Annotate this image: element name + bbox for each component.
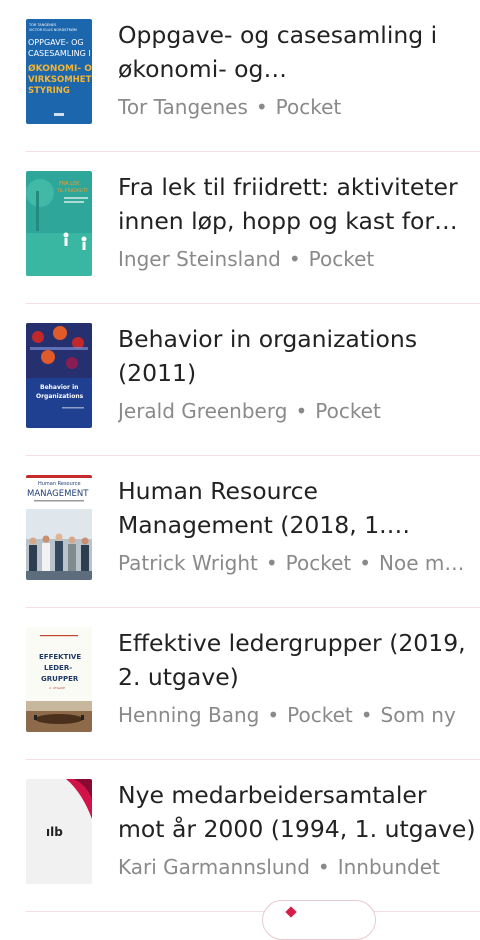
cover-title-text: OPPGAVE- OG (28, 38, 84, 47)
listing-meta: Tor Tangenes • Pocket (118, 92, 476, 122)
cover-title-text: Organizations (36, 393, 84, 400)
listing-format: Pocket (285, 551, 352, 575)
listing-meta: Patrick Wright • Pocket • Noe merker etter b… (118, 548, 476, 578)
listing-row[interactable]: Human Resource MANAGEMENT Human Resource… (26, 456, 480, 608)
listing-row[interactable]: Behavior in Organizations Behavior in or… (26, 304, 480, 456)
cover-title-text: TIL FRIIDRETT (56, 188, 88, 194)
book-cover-image[interactable]: Behavior in Organizations (26, 323, 92, 428)
listing-format: Pocket (287, 703, 353, 727)
book-cover-art: TOR TANGENES VICTOR ELLIS NORDSTRØM OPPG… (26, 19, 92, 124)
listing-title[interactable]: Behavior in organizations (2011) (118, 322, 478, 390)
listing-author: Jerald Greenberg (118, 399, 288, 423)
listing-title[interactable]: Human Resource Management (2018, 1. utga… (118, 474, 478, 542)
book-cover-image[interactable]: EFFEKTIVE LEDER- GRUPPER 2. UTGAVE (26, 627, 92, 732)
cover-title-text: Behavior in (40, 384, 78, 391)
book-cover-image[interactable]: FRA LEK TIL FRIIDRETT (26, 171, 92, 276)
listing-title[interactable]: Oppgave- og casesamling i økonomi- og vi… (118, 18, 478, 86)
cover-title-text: GRUPPER (41, 675, 79, 683)
cover-author-text: VICTOR ELLIS NORDSTRØM (29, 27, 77, 32)
listing-row[interactable]: TOR TANGENES VICTOR ELLIS NORDSTRØM OPPG… (26, 0, 480, 152)
listing-title[interactable]: Nye medarbeidersamtaler mot år 2000 (199… (118, 778, 478, 846)
meta-separator: • (255, 95, 268, 119)
listing-author: Tor Tangenes (118, 95, 248, 119)
listing-row[interactable]: ılb Nye medarbeidersamtaler mot år 2000 … (26, 760, 480, 912)
listing-condition: Som ny (380, 703, 456, 727)
meta-separator: • (317, 855, 330, 879)
listing-meta: Henning Bang • Pocket • Som ny (118, 700, 476, 730)
book-cover-image[interactable]: ılb (26, 779, 92, 884)
floating-action-button[interactable] (262, 900, 376, 940)
book-cover-art: EFFEKTIVE LEDER- GRUPPER 2. UTGAVE (26, 627, 92, 732)
listing-format: Pocket (315, 399, 381, 423)
listing-title[interactable]: Fra lek til friidrett: aktiviteter innen… (118, 170, 478, 238)
book-cover-image[interactable]: Human Resource MANAGEMENT (26, 475, 92, 580)
listing-meta: Jerald Greenberg • Pocket (118, 396, 476, 426)
listing-format: Pocket (275, 95, 342, 119)
listing-title[interactable]: Effektive ledergrupper (2019, 2. utgave) (118, 626, 478, 694)
meta-separator: • (359, 551, 372, 575)
book-listing-list: TOR TANGENES VICTOR ELLIS NORDSTRØM OPPG… (0, 0, 480, 912)
cover-title-text: FRA LEK (59, 181, 80, 187)
diamond-icon (285, 906, 297, 918)
listing-row[interactable]: EFFEKTIVE LEDER- GRUPPER 2. UTGAVE Effek… (26, 608, 480, 760)
cover-title-text: LEDER- (44, 664, 72, 672)
publisher-logo: ılb (46, 825, 63, 839)
listing-author: Inger Steinsland (118, 247, 281, 271)
book-cover-art: Human Resource MANAGEMENT (26, 475, 92, 580)
meta-separator: • (267, 703, 280, 727)
listing-format: Pocket (308, 247, 375, 271)
cover-title-text: VIRKSOMHETS- (28, 75, 92, 85)
cover-title-text: CASESAMLING I (28, 49, 91, 58)
listing-meta: Inger Steinsland • Pocket (118, 244, 476, 274)
listing-meta: Kari Garmannslund • Innbundet (118, 852, 476, 882)
meta-separator: • (288, 247, 301, 271)
book-cover-art: FRA LEK TIL FRIIDRETT (26, 171, 92, 276)
listing-row[interactable]: FRA LEK TIL FRIIDRETT Fra lek til friidr… (26, 152, 480, 304)
meta-separator: • (295, 399, 308, 423)
cover-title-text: EFFEKTIVE (39, 653, 81, 661)
meta-separator: • (265, 551, 278, 575)
cover-edition-text: 2. UTGAVE (49, 686, 65, 690)
book-cover-art: Behavior in Organizations (26, 323, 92, 428)
listing-author: Kari Garmannslund (118, 855, 310, 879)
listing-author: Henning Bang (118, 703, 260, 727)
book-cover-art: ılb (26, 779, 92, 884)
cover-title-text: STYRING (28, 86, 70, 96)
cover-title-text: Human Resource (38, 481, 81, 487)
book-cover-image[interactable]: TOR TANGENES VICTOR ELLIS NORDSTRØM OPPG… (26, 19, 92, 124)
listing-condition: Noe merker etter bruk (379, 551, 476, 575)
cover-title-text: ØKONOMI- OG (28, 63, 92, 74)
cover-author-text: TOR TANGENES (28, 23, 57, 27)
cover-title-text: MANAGEMENT (27, 489, 89, 499)
meta-separator: • (360, 703, 373, 727)
listing-author: Patrick Wright (118, 551, 258, 575)
listing-format: Innbundet (337, 855, 440, 879)
